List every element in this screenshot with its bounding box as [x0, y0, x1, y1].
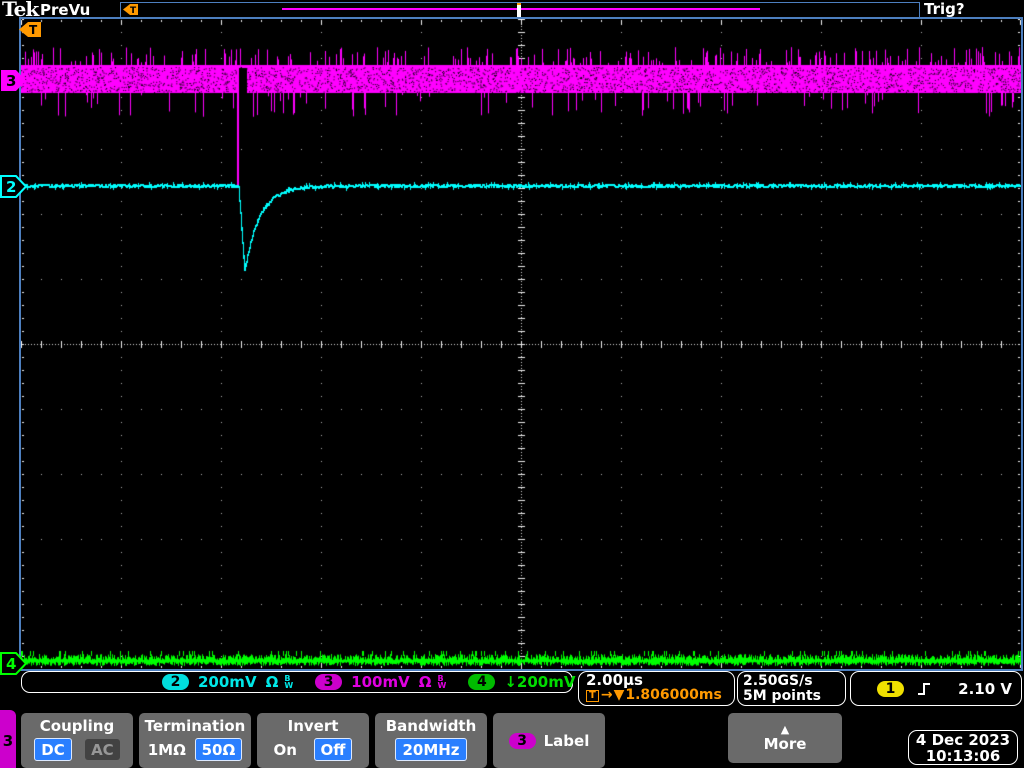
termination-title: Termination — [144, 717, 246, 735]
graticule — [19, 17, 1023, 671]
svg-text:T: T — [130, 6, 137, 16]
channel-2-scale: 200mV — [198, 673, 257, 691]
channel-readouts-box: 2 200mV Ω BW 3 100mV Ω BW 4 ↓200mV Ω BW — [21, 671, 612, 693]
datetime-box: 4 Dec 2023 10:13:06 — [908, 730, 1018, 765]
channel-3-scale: 100mV — [351, 673, 410, 691]
date-label: 4 Dec 2023 — [915, 730, 1011, 749]
invert-button[interactable]: Invert On Off — [257, 713, 369, 768]
svg-text:T: T — [29, 23, 38, 37]
more-title: More — [763, 735, 807, 753]
channel-3-bandwidth-limit-icon: BW — [437, 674, 447, 690]
channel-2-readout: 2 200mV Ω BW — [162, 673, 293, 691]
more-up-arrow-icon: ▲ — [780, 723, 790, 736]
more-button[interactable]: ▲ More — [728, 713, 842, 763]
sample-rate: 2.50GS/s — [743, 673, 813, 689]
invert-on-option[interactable]: On — [274, 741, 297, 759]
bandwidth-title: Bandwidth — [385, 717, 477, 735]
trigger-position-t-icon: T — [586, 689, 599, 702]
termination-button[interactable]: Termination 1MΩ 50Ω — [139, 713, 251, 768]
channel-2-marker[interactable]: 2 — [0, 173, 28, 200]
overview-trigger-marker-icon[interactable]: T — [122, 3, 139, 16]
trigger-readout-box: 1 2.10 V — [850, 671, 1022, 706]
invert-title: Invert — [287, 717, 339, 735]
channel-3-impedance-icon: Ω — [418, 673, 432, 691]
channel-4-scale: ↓200mV — [504, 673, 576, 691]
coupling-title: Coupling — [39, 717, 115, 735]
rising-edge-icon — [918, 682, 930, 695]
trigger-source-badge: 1 — [877, 680, 904, 697]
menu-channel-tab[interactable]: 3 — [0, 710, 16, 768]
timebase-scale: 2.00μs — [586, 671, 643, 689]
channel-2-impedance-icon: Ω — [265, 673, 279, 691]
channel-2-bandwidth-limit-icon: BW — [284, 674, 294, 690]
label-title: Label — [543, 731, 590, 750]
bandwidth-value[interactable]: 20MHz — [395, 738, 467, 761]
timebase-readout-box: 2.00μs T → ▼ 1.806000ms — [578, 671, 735, 706]
channel-2-badge: 2 — [162, 674, 189, 690]
coupling-button[interactable]: Coupling DC AC — [21, 713, 133, 768]
termination-50ohm-option[interactable]: 50Ω — [194, 738, 243, 761]
record-overview-bar[interactable]: T — [120, 2, 920, 19]
record-length: 5M points — [743, 688, 821, 704]
channel-3-badge: 3 — [315, 674, 343, 690]
time-label: 10:13:06 — [925, 746, 1001, 765]
trigger-position-readout: T → ▼ 1.806000ms — [586, 688, 734, 703]
channel-3-marker[interactable]: 3 — [0, 67, 28, 94]
svg-text:4: 4 — [6, 655, 16, 673]
coupling-ac-option[interactable]: AC — [85, 739, 120, 760]
overview-waveform-line — [282, 8, 760, 10]
channel-3-readout: 3 100mV Ω BW — [315, 673, 446, 691]
termination-1mohm-option[interactable]: 1MΩ — [148, 741, 186, 759]
waveform-display — [21, 19, 1021, 669]
channel-4-badge: 4 — [468, 674, 496, 690]
label-channel-badge: 3 — [508, 732, 536, 749]
label-button[interactable]: 3 Label — [493, 713, 605, 768]
oscilloscope-screen: { "header": { "logo": "Tek", "mode": "Pr… — [0, 0, 1024, 768]
svg-text:3: 3 — [6, 72, 16, 90]
svg-text:2: 2 — [6, 178, 16, 196]
trigger-level-marker-icon[interactable]: T — [18, 21, 42, 38]
acquisition-readout-box: 2.50GS/s 5M points — [737, 671, 846, 706]
trigger-level: 2.10 V — [958, 679, 1012, 698]
invert-off-option[interactable]: Off — [313, 738, 353, 761]
trigger-status-label: Trig? — [924, 0, 965, 18]
coupling-dc-option[interactable]: DC — [34, 738, 72, 761]
bandwidth-button[interactable]: Bandwidth 20MHz — [375, 713, 487, 768]
